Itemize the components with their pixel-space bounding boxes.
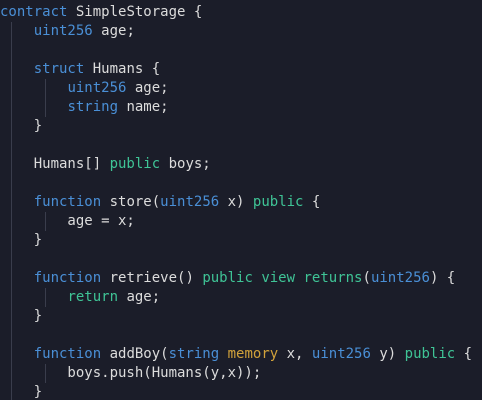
code-token: view <box>261 270 296 286</box>
code-line[interactable]: string name; <box>0 98 169 117</box>
code-line[interactable]: uint256 age; <box>0 22 135 41</box>
code-token: } <box>0 232 43 248</box>
code-token: uint256 <box>311 346 371 362</box>
code-token: public <box>404 346 456 362</box>
code-token: x, <box>278 346 312 362</box>
code-token: public <box>109 156 161 172</box>
code-token: function <box>33 194 102 210</box>
code-line[interactable]: age = x; <box>0 212 135 231</box>
code-token: age = x; <box>0 213 135 229</box>
code-token: public <box>252 194 304 210</box>
code-token: contract <box>0 4 68 20</box>
code-line[interactable]: boys.push(Humans(y,x)); <box>0 364 261 383</box>
code-token: return <box>67 289 119 305</box>
code-token: uint256 <box>33 23 93 39</box>
code-token: function <box>33 270 102 286</box>
code-line[interactable]: return age; <box>0 288 160 307</box>
code-token: store( <box>101 194 161 210</box>
code-token: ( <box>362 270 371 286</box>
code-token: string <box>67 99 119 115</box>
code-token: retrieve() <box>101 270 203 286</box>
code-token: { <box>455 346 473 362</box>
code-token: addBoy( <box>101 346 169 362</box>
code-line[interactable]: function retrieve() public view returns(… <box>0 269 456 288</box>
code-token: Humans[] <box>0 156 110 172</box>
code-token: ) { <box>429 270 456 286</box>
code-token: uint256 <box>370 270 430 286</box>
code-token: } <box>0 118 43 134</box>
code-line[interactable]: function store(uint256 x) public { <box>0 193 321 212</box>
code-line[interactable]: } <box>0 231 42 250</box>
code-token: string <box>168 346 220 362</box>
code-token: { <box>303 194 321 210</box>
code-token: uint256 <box>67 80 127 96</box>
code-token: SimpleStorage { <box>67 4 203 20</box>
code-line[interactable]: struct Humans { <box>0 60 160 79</box>
code-line[interactable]: function addBoy(string memory x, uint256… <box>0 345 472 364</box>
code-token: y) <box>370 346 405 362</box>
code-token: x) <box>219 194 253 210</box>
code-line[interactable]: Humans[] public boys; <box>0 155 211 174</box>
code-line[interactable]: } <box>0 383 42 400</box>
code-token: age; <box>92 23 135 39</box>
code-token: returns <box>303 270 363 286</box>
code-line[interactable]: contract SimpleStorage { <box>0 3 202 22</box>
code-token: } <box>0 384 43 400</box>
code-line[interactable]: } <box>0 117 42 136</box>
code-line[interactable]: } <box>0 307 42 326</box>
code-token: age; <box>126 80 169 96</box>
code-editor[interactable]: contract SimpleStorage { uint256 age; st… <box>0 0 482 400</box>
code-token: boys.push(Humans(y,x)); <box>0 365 262 381</box>
code-token: public <box>202 270 253 286</box>
code-token: boys; <box>160 156 211 172</box>
code-token: struct <box>33 61 85 77</box>
code-line[interactable]: uint256 age; <box>0 79 169 98</box>
code-token: function <box>33 346 102 362</box>
code-token: uint256 <box>160 194 220 210</box>
code-token: age; <box>118 289 161 305</box>
code-token: name; <box>118 99 169 115</box>
code-token: Humans { <box>84 61 161 77</box>
code-token: memory <box>227 346 279 362</box>
code-token: } <box>0 308 43 324</box>
